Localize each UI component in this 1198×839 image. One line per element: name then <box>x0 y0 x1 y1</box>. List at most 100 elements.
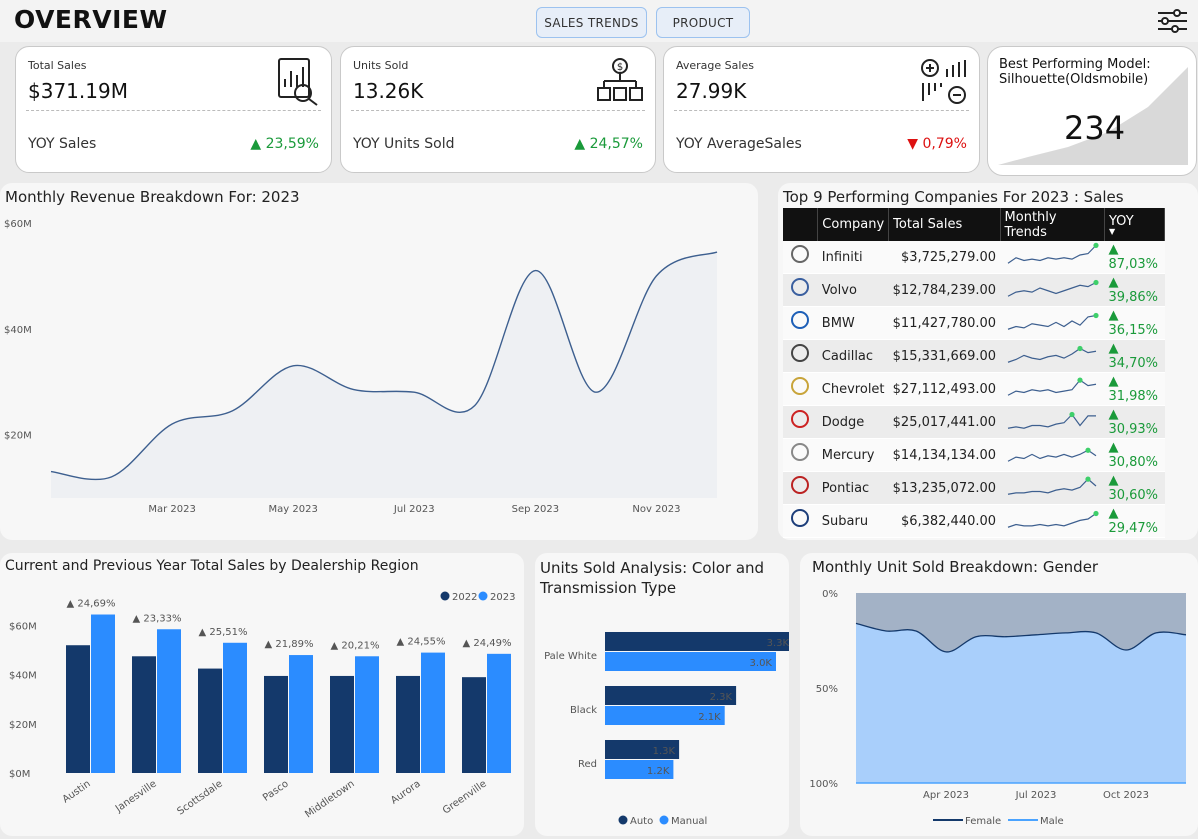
company-name: Chevrolet <box>817 372 889 407</box>
y-tick-label: $40M <box>9 671 37 682</box>
x-tick-label: Pasco <box>261 778 291 803</box>
top-bar: OVERVIEW SALES TRENDS PRODUCT <box>0 0 1198 42</box>
table-row[interactable]: Volvo $12,784,239.00 ▲ 39,86% <box>783 273 1165 308</box>
y-tick-label: $20M <box>4 431 32 442</box>
x-tick-label: Nov 2023 <box>632 504 680 515</box>
table-row[interactable]: Mercury $14,134,134.00 ▲ 30,80% <box>783 438 1165 473</box>
company-logo-icon <box>791 278 809 297</box>
company-sales: $13,235,072.00 <box>888 471 1001 506</box>
company-sales: $11,427,780.00 <box>888 306 1001 341</box>
bar-2022 <box>330 675 354 773</box>
company-logo-icon <box>791 377 809 396</box>
y-tick-label: $0M <box>9 769 30 780</box>
company-logo-icon <box>791 344 809 363</box>
top9-table: Company Total Sales Monthly Trends YOY ▼ … <box>783 208 1166 539</box>
company-yoy: ▲ 36,15% <box>1104 306 1165 341</box>
kpi-yoy-label: YOY AverageSales <box>676 136 802 152</box>
column-header-yoy[interactable]: YOY ▼ <box>1104 208 1166 241</box>
company-name: Dodge <box>817 405 889 440</box>
y-tick-label: Red <box>578 759 597 770</box>
table-row[interactable]: Dodge $25,017,441.00 ▲ 30,93% <box>783 405 1165 440</box>
sparkline-path <box>1007 245 1097 264</box>
company-yoy: ▲ 30,93% <box>1104 405 1165 440</box>
table-row[interactable]: Pontiac $13,235,072.00 ▲ 30,60% <box>783 471 1165 506</box>
logo-shape <box>791 443 809 462</box>
company-sales: $6,382,440.00 <box>888 504 1001 539</box>
bar-2023 <box>421 652 445 773</box>
region-chart: $0M $20M $40M $60M ▲ 24,69% Austin ▲ 23,33% Jan… <box>9 591 515 820</box>
trend-sparkline <box>1007 280 1099 298</box>
company-name: Volvo <box>817 273 889 308</box>
company-logo-icon <box>791 311 809 330</box>
company-logo-cell <box>783 372 818 407</box>
company-name: Cadillac <box>817 339 889 374</box>
product-button[interactable]: PRODUCT <box>656 7 750 38</box>
report-magnifier-icon <box>273 57 321 111</box>
table-row[interactable]: BMW $11,427,780.00 ▲ 36,15% <box>783 306 1165 341</box>
logo-shape <box>791 278 809 297</box>
company-logo-cell <box>783 339 818 374</box>
y-tick-label: $60M <box>4 219 32 230</box>
company-sales: $3,725,279.00 <box>888 241 1001 275</box>
male-area <box>856 623 1186 783</box>
trend-sparkline <box>1007 313 1099 331</box>
company-logo-cell <box>783 438 818 473</box>
company-logo-icon <box>791 443 809 462</box>
logo-shape <box>791 410 809 429</box>
sort-desc-icon[interactable]: ▼ <box>1109 228 1160 236</box>
legend-label: Female <box>965 816 1001 827</box>
filter-sliders-icon[interactable] <box>1150 4 1194 38</box>
column-header-total-sales[interactable]: Total Sales <box>888 208 1001 241</box>
bar-value-label: 2.1K <box>698 712 721 723</box>
table-row[interactable]: Chevrolet $27,112,493.00 ▲ 31,98% <box>783 372 1165 407</box>
column-header-company[interactable]: Company <box>817 208 890 241</box>
top9-title: Top 9 Performing Companies For 2023 : Sa… <box>783 188 1124 206</box>
best-model-label: Best Performing Model: <box>999 57 1151 72</box>
sparkline-max-dot <box>1093 313 1099 319</box>
table-row[interactable]: Subaru $6,382,440.00 ▲ 29,47% <box>783 504 1165 539</box>
bar-2023 <box>91 614 115 773</box>
kpi-label: Units Sold <box>353 59 409 72</box>
table-row[interactable]: Cadillac $15,331,669.00 ▲ 34,70% <box>783 339 1165 374</box>
x-tick-label: Janesville <box>113 778 159 815</box>
sparkline-max-dot <box>1077 346 1083 352</box>
company-name: Mercury <box>817 438 889 473</box>
company-yoy: ▲ 34,70% <box>1104 339 1165 374</box>
bar-2022 <box>264 675 288 773</box>
company-yoy: ▲ 87,03% <box>1104 241 1165 275</box>
sales-trends-button[interactable]: SALES TRENDS <box>536 7 647 38</box>
page-title: OVERVIEW <box>14 5 168 34</box>
y-tick-label: Pale White <box>544 651 597 662</box>
company-logo-cell <box>783 241 818 275</box>
units-chart-panel: Units Sold Analysis: Color and Transmiss… <box>535 553 789 836</box>
y-tick-label: 50% <box>816 684 838 695</box>
trend-sparkline-cell <box>1000 438 1105 473</box>
table-row[interactable]: Infiniti $3,725,279.00 ▲ 87,03% <box>783 241 1165 275</box>
trend-sparkline-cell <box>1000 339 1105 374</box>
company-name: Subaru <box>817 504 889 539</box>
sparkline-max-dot <box>1077 377 1083 384</box>
growth-label: ▲ 23,33% <box>133 613 182 624</box>
x-tick-label: May 2023 <box>269 504 318 515</box>
kpi-yoy-value: ▼ 0,79% <box>907 136 967 152</box>
growth-label: ▲ 24,55% <box>397 637 446 648</box>
legend-label: 2022 <box>452 592 477 603</box>
x-tick-label: Middletown <box>303 778 356 820</box>
sparkline-max-dot <box>1085 447 1091 454</box>
kpi-card-units-sold: Units Sold 13.26K YOY Units Sold ▲ 24,57… <box>340 46 656 173</box>
column-header-monthly-trends[interactable]: Monthly Trends <box>1000 208 1105 241</box>
best-model-card: Best Performing Model: Silhouette(Oldsmo… <box>987 46 1197 176</box>
company-logo-icon <box>791 509 809 528</box>
sparkline-path <box>1007 449 1097 463</box>
sparkline-path <box>1007 513 1097 529</box>
bar-2023 <box>289 655 313 773</box>
legend-marker <box>618 815 628 825</box>
legend-label: Auto <box>630 816 653 827</box>
company-yoy: ▲ 39,86% <box>1104 273 1165 308</box>
svg-text:$: $ <box>617 62 623 73</box>
x-tick-label: Jul 2023 <box>1015 790 1057 801</box>
y-tick-label: $40M <box>4 325 32 336</box>
legend-label: Manual <box>671 816 707 827</box>
region-chart-panel: Current and Previous Year Total Sales by… <box>0 553 524 836</box>
logo-shape <box>791 509 809 528</box>
